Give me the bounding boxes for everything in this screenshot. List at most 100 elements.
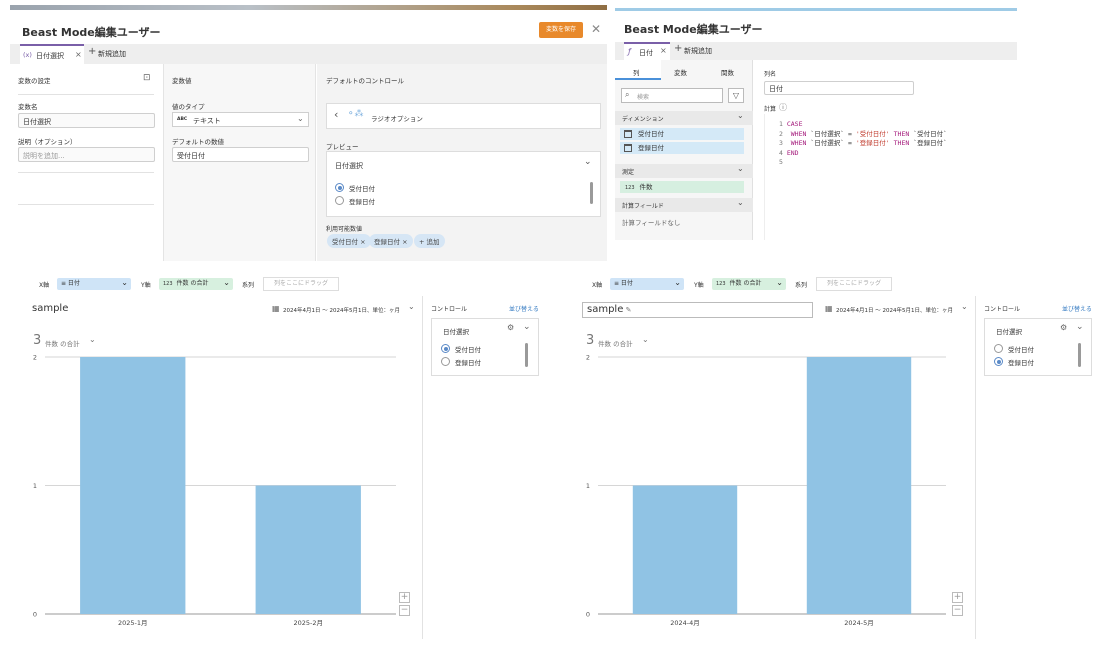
value-chip[interactable]: 登録日付 × [369, 234, 413, 248]
sort-link[interactable]: 並び替える [509, 304, 539, 313]
code-line: 2 WHEN `日付選択` = '受付日付' THEN `受付日付` [779, 130, 947, 140]
filter-icon-button[interactable]: ▽ [728, 88, 744, 103]
preview-radio-option-2[interactable] [335, 196, 344, 205]
column-search-input[interactable]: ⌕ 検索 [621, 88, 723, 103]
side-tab-functions[interactable]: 関数 [707, 60, 753, 80]
zoom-in-button[interactable]: + [399, 592, 410, 603]
side-tab-columns[interactable]: 列 [615, 60, 661, 80]
control-radio-option-2[interactable] [441, 357, 450, 366]
add-new-tab-button[interactable]: + 新規追加 [88, 46, 148, 61]
measure-label: 測定 [622, 169, 635, 176]
column-item-registered-date[interactable]: 登録日付 [620, 142, 744, 154]
description-input[interactable]: 説明を追加... [18, 147, 155, 162]
side-tab-variables[interactable]: 変数 [661, 60, 707, 80]
code-token: CASE [786, 120, 803, 128]
default-value-input[interactable]: 受付日付 [172, 147, 309, 162]
column-item-label: 件数 [639, 183, 653, 191]
zoom-out-button[interactable]: − [952, 605, 963, 616]
radio-options-icon: ⚬⁂ [347, 109, 364, 119]
control-radio-option-2[interactable] [994, 357, 1003, 366]
calculation-label: 計算 [764, 106, 777, 113]
calc-field-section[interactable]: 計算フィールド ⌄ [615, 198, 753, 212]
code-line: 3 WHEN `日付選択` = '登録日付' THEN `登録日付` [779, 139, 947, 149]
column-name-value: 日付 [769, 85, 783, 93]
chevron-down-icon[interactable]: ⌄ [523, 322, 531, 332]
value-type-value: テキスト [193, 117, 221, 125]
scrollbar[interactable] [525, 343, 528, 367]
variable-name-input[interactable]: 日付選択 [18, 113, 155, 128]
formula-code-editor[interactable]: 1 CASE 2 WHEN `日付選択` = '受付日付' THEN `受付日付`… [764, 114, 1017, 240]
tab-formula-date[interactable]: ƒ 日付 × [624, 42, 670, 60]
tab-close-icon[interactable]: × [75, 50, 82, 59]
card-title-box[interactable]: sample ✎ [582, 302, 813, 318]
date-range-label[interactable]: 2024年4月1日 ～ 2024年5月1日、単位：ヶ月 [283, 306, 400, 314]
chevron-left-icon[interactable]: ‹ [334, 108, 338, 121]
chevron-down-icon[interactable]: ⌄ [1076, 322, 1084, 332]
y-axis-pill[interactable]: 123 件数 の合計 ⌄ [712, 278, 786, 290]
preview-control-title: 日付選択 [335, 162, 363, 170]
y-tick-label: 2 [33, 354, 37, 362]
bar[interactable] [80, 357, 186, 614]
add-value-button[interactable]: + 追加 [414, 234, 445, 248]
date-range-label[interactable]: 2024年4月1日 ～ 2024年5月1日、単位：ヶ月 [836, 306, 953, 314]
variable-name-value: 日付選択 [23, 118, 51, 126]
analyzer-view-2: X軸 ≡ 日付 ⌄ Y軸 123 件数 の合計 ⌄ 系列 列をここにドラッグ samp… [573, 269, 1100, 639]
tab-variable-date-select[interactable]: (x) 日付選択 × [20, 44, 84, 64]
x-axis-pill[interactable]: ≡ 日付 ⌄ [57, 278, 131, 290]
measure-section[interactable]: 測定 ⌄ [615, 164, 753, 178]
chevron-down-icon[interactable]: ⌄ [961, 302, 968, 311]
calendar-icon[interactable]: ▦ [272, 304, 280, 313]
chip-close-icon[interactable]: × [402, 238, 407, 246]
bar[interactable] [255, 485, 361, 615]
column-item-count[interactable]: 123 件数 [620, 181, 744, 193]
y-axis-pill[interactable]: 123 件数 の合計 ⌄ [159, 278, 233, 290]
series-drop-zone[interactable]: 列をここにドラッグ [263, 277, 339, 291]
x-axis-pill[interactable]: ≡ 日付 ⌄ [610, 278, 684, 290]
bar[interactable] [632, 485, 738, 615]
tab-close-icon[interactable]: × [660, 46, 667, 55]
scrollbar[interactable] [1078, 343, 1081, 367]
control-title: 日付選択 [996, 328, 1022, 336]
series-drop-zone[interactable]: 列をここにドラッグ [816, 277, 892, 291]
editor-top-strip [615, 8, 1017, 11]
column-item-received-date[interactable]: 受付日付 [620, 128, 744, 140]
chevron-down-icon[interactable]: ⌄ [584, 157, 592, 167]
close-icon[interactable]: ✕ [591, 22, 601, 36]
card-title-box[interactable]: sample [32, 303, 68, 314]
bar[interactable] [806, 357, 912, 614]
dimension-section[interactable]: ディメンション ⌄ [615, 111, 753, 125]
add-new-tab-button[interactable]: + 新規追加 [674, 43, 734, 57]
chevron-down-icon: ⌄ [674, 278, 681, 287]
editor-top-strip [10, 5, 607, 10]
chevron-down-icon[interactable]: ⌄ [642, 335, 649, 344]
gear-icon[interactable]: ⚙ [1060, 323, 1067, 332]
control-radio-option-1[interactable] [441, 344, 450, 353]
add-new-label: 新規追加 [98, 50, 126, 58]
chip-close-icon[interactable]: × [360, 238, 365, 246]
x-axis-label: X軸 [39, 282, 50, 289]
control-radio-option-1[interactable] [994, 344, 1003, 353]
calendar-icon [624, 130, 632, 138]
x-tick-label: 2025-1月 [118, 619, 148, 627]
y-axis-label: Y軸 [141, 282, 151, 289]
help-icon[interactable]: ⓘ [779, 102, 787, 113]
zoom-in-button[interactable]: + [952, 592, 963, 603]
editor-title: Beast Mode編集ユーザー [624, 23, 763, 36]
calendar-icon[interactable]: ▦ [825, 304, 833, 313]
edit-title-icon[interactable]: ✎ [623, 306, 632, 314]
column-name-input[interactable]: 日付 [764, 81, 914, 95]
value-type-select[interactable]: ABC テキスト ⌄ [172, 112, 309, 127]
control-type-selector[interactable]: ‹ ⚬⁂ ラジオオプション [326, 103, 601, 129]
zoom-out-button[interactable]: − [399, 605, 410, 616]
formula-code[interactable]: 1 CASE 2 WHEN `日付選択` = '受付日付' THEN `受付日付`… [779, 120, 947, 168]
folder-icon[interactable]: ⊡ [143, 73, 151, 83]
chevron-down-icon[interactable]: ⌄ [408, 302, 415, 311]
preview-radio-option-1[interactable] [335, 183, 344, 192]
code-token: THEN [889, 139, 910, 147]
gear-icon[interactable]: ⚙ [507, 323, 514, 332]
sort-link[interactable]: 並び替える [1062, 304, 1092, 313]
scrollbar[interactable] [590, 182, 593, 204]
value-chip[interactable]: 受付日付 × [327, 234, 371, 248]
chevron-down-icon[interactable]: ⌄ [89, 335, 96, 344]
save-variable-button[interactable]: 変数を保存 [539, 22, 583, 38]
